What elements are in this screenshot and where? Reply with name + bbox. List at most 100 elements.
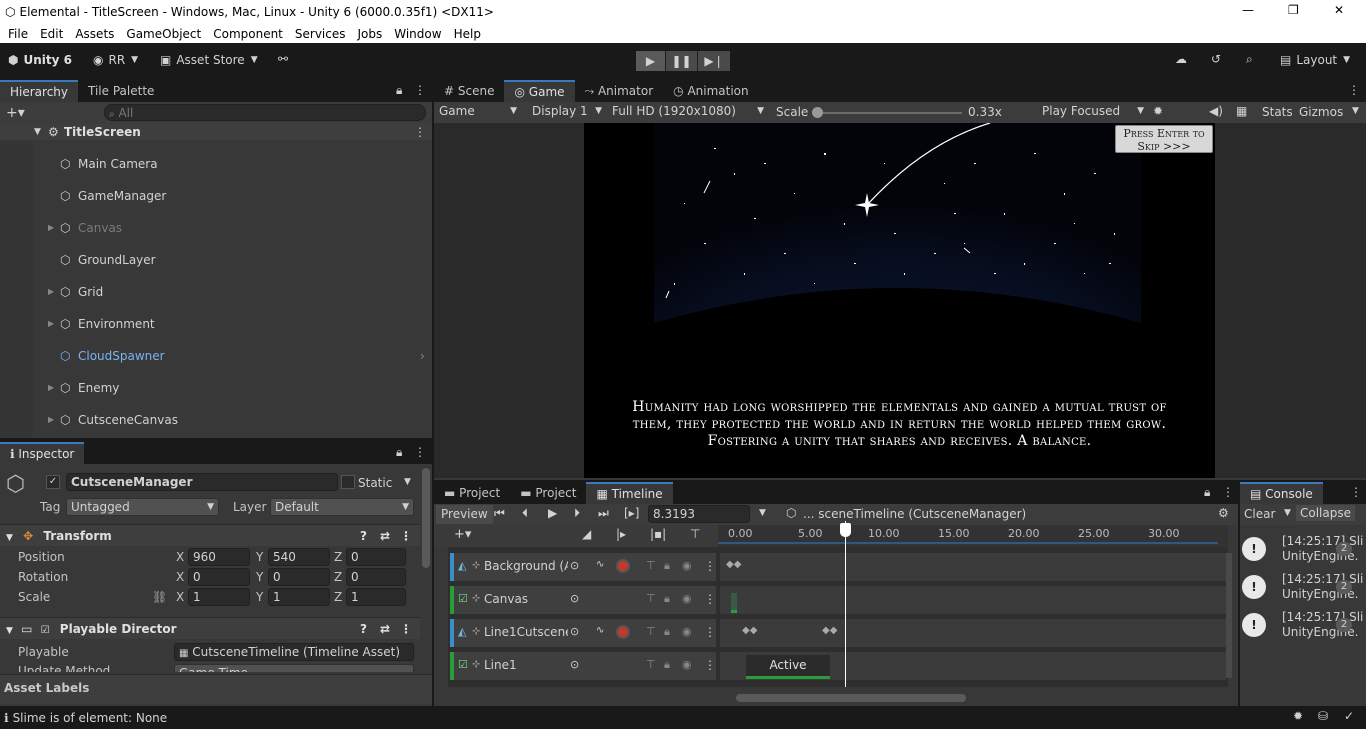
hierarchy-item[interactable]: ▶ ⬡ Grid	[0, 284, 432, 300]
more-icon[interactable]: ⋮	[400, 618, 412, 640]
track-name[interactable]: Line1	[484, 658, 568, 672]
position-x-input[interactable]: 960	[188, 548, 250, 566]
eye-icon[interactable]: ◉	[682, 658, 692, 671]
time-input[interactable]: 8.3193	[648, 505, 750, 523]
track-name[interactable]: Line1Cutscene	[484, 625, 568, 639]
eye-icon[interactable]: ◉	[682, 625, 692, 638]
static-checkbox[interactable]	[341, 475, 355, 489]
target-icon[interactable]: ⊙	[570, 658, 579, 671]
more-icon[interactable]: ⋮	[414, 124, 426, 140]
console-entry[interactable]: ! [14:25:17] Sli UnityEngine. 2	[1240, 609, 1363, 645]
tag-dropdown[interactable]: Untagged ▼	[66, 498, 219, 516]
chevron-down-icon[interactable]: ▼	[404, 477, 411, 487]
playhead-handle[interactable]	[840, 523, 851, 537]
menu-file[interactable]: File	[8, 27, 28, 41]
active-checkbox[interactable]: ✓	[46, 475, 60, 489]
menu-component[interactable]: Component	[213, 27, 283, 41]
more-icon[interactable]: ⋮	[414, 445, 426, 459]
expand-arrow-icon[interactable]: ▶	[48, 284, 54, 300]
scale-x-input[interactable]: 1	[188, 588, 250, 606]
tab-scene[interactable]: # Scene	[434, 80, 504, 102]
snap-icon[interactable]: |▪|	[650, 527, 666, 541]
tab-project-2[interactable]: ▬ Project	[510, 482, 586, 504]
asset-labels-bar[interactable]: Asset Labels	[0, 674, 432, 704]
inspector-scrollbar[interactable]	[422, 468, 430, 568]
pause-button[interactable]: ❚❚	[666, 51, 698, 71]
more-icon[interactable]: ⋮	[1348, 83, 1360, 97]
preview-button[interactable]: Preview	[436, 505, 493, 524]
record-button[interactable]	[616, 559, 630, 573]
keyframe-icon[interactable]: ◆◆	[726, 559, 741, 570]
scene-row[interactable]: ▼ ⚙ TitleScreen ⋮	[0, 124, 432, 140]
pin-icon[interactable]: ⊤	[690, 527, 700, 541]
menu-help[interactable]: Help	[454, 27, 481, 41]
console-entry[interactable]: ! [14:25:17] Sli UnityEngine. 2	[1240, 533, 1363, 569]
expand-arrow-icon[interactable]: ▶	[48, 316, 54, 332]
hierarchy-item[interactable]: ▶ ⬡ CutsceneCanvas	[0, 412, 432, 428]
search-icon[interactable]: ⌕	[1246, 52, 1253, 67]
more-icon[interactable]: ⋮	[704, 592, 716, 606]
display-dropdown[interactable]: Display 1 ▼	[528, 103, 606, 121]
range-icon[interactable]: [▸]	[624, 506, 639, 520]
menu-edit[interactable]: Edit	[40, 27, 63, 41]
pin-icon[interactable]: ⊤	[646, 625, 656, 638]
expand-arrow-icon[interactable]: ▶	[48, 220, 54, 236]
status-message[interactable]: Slime is of element: None	[13, 711, 168, 725]
record-button[interactable]	[616, 625, 630, 639]
track-header[interactable]: ◭ ⊹ Line1Cutscene ⊙ ∿ ⊤ 🔒︎ ◉ ⋮	[450, 619, 716, 647]
hierarchy-item[interactable]: ▶ ⬡ Environment	[0, 316, 432, 332]
scale-slider[interactable]	[818, 112, 962, 114]
hierarchy-item[interactable]: ⬡ GameManager	[0, 188, 432, 204]
menu-jobs[interactable]: Jobs	[358, 27, 383, 41]
help-icon[interactable]: ?	[360, 525, 367, 547]
gizmos-button[interactable]: Gizmos	[1299, 105, 1343, 119]
chevron-down-icon[interactable]: ▼	[759, 508, 766, 518]
eye-icon[interactable]: ◉	[682, 559, 692, 572]
tab-tile-palette[interactable]: Tile Palette	[78, 80, 164, 102]
rotation-x-input[interactable]: 0	[188, 568, 250, 586]
audio-icon[interactable]: ◀)	[1209, 104, 1223, 118]
foldout-arrow-icon[interactable]: ▼	[6, 626, 13, 636]
settings-icon[interactable]: ⇄	[380, 525, 390, 547]
restore-button[interactable]: ❐	[1288, 3, 1299, 17]
help-icon[interactable]: ?	[360, 618, 367, 640]
clip-edit-mode-icon[interactable]: ◢	[582, 527, 591, 541]
link-icon[interactable]: ⛓	[152, 590, 167, 604]
chevron-down-icon[interactable]: ▼	[1352, 106, 1359, 116]
game-mode-dropdown[interactable]: Game ▼	[435, 103, 521, 121]
scale-slider-handle[interactable]	[812, 107, 823, 118]
target-icon[interactable]: ⊙	[570, 625, 579, 638]
more-icon[interactable]: ⋮	[414, 83, 426, 97]
tab-animator[interactable]: ⤳ Animator	[575, 80, 664, 102]
clear-button[interactable]: Clear	[1244, 507, 1275, 521]
scrollbar-thumb[interactable]	[736, 694, 966, 702]
hierarchy-item[interactable]: ▶ ⬡ Enemy	[0, 380, 432, 396]
timeline-asset-breadcrumb[interactable]: ... sceneTimeline (CutsceneManager)	[803, 507, 1026, 521]
skip-end-icon[interactable]: ⏭	[598, 506, 609, 521]
rotation-z-input[interactable]: 0	[346, 568, 406, 586]
more-icon[interactable]: ⋮	[400, 525, 412, 547]
pin-icon[interactable]: ⊤	[646, 592, 656, 605]
progress-check-icon[interactable]: ✓	[1344, 709, 1354, 723]
menu-assets[interactable]: Assets	[75, 27, 114, 41]
canvas-clip[interactable]	[731, 593, 737, 613]
skip-button[interactable]: Press Enter to Skip >>>	[1115, 125, 1213, 153]
chevron-down-icon[interactable]: ▼	[1284, 508, 1291, 518]
director-checkbox[interactable]: ☑	[41, 625, 50, 636]
track-header[interactable]: ◭ ⊹ Background (A ⊙ ∿ ⊤ 🔒︎ ◉ ⋮	[450, 553, 716, 581]
object-name-input[interactable]: CutsceneManager	[66, 473, 338, 491]
scale-y-input[interactable]: 1	[268, 588, 330, 606]
eye-icon[interactable]: ◉	[682, 592, 692, 605]
menu-services[interactable]: Services	[295, 27, 346, 41]
transform-header[interactable]: ▼ ✥ Transform ? ⇄ ⋮	[0, 524, 420, 546]
console-entry[interactable]: ! [14:25:17] Sli UnityEngine. 2	[1240, 571, 1363, 607]
tab-timeline[interactable]: ▦ Timeline	[586, 482, 673, 504]
lock-icon[interactable]: 🔒︎	[664, 592, 670, 606]
add-button[interactable]: +▾	[6, 105, 25, 121]
scale-z-input[interactable]: 1	[346, 588, 406, 606]
prev-frame-icon[interactable]: ⏴	[522, 506, 528, 521]
curves-icon[interactable]: ∿	[596, 559, 604, 570]
expand-arrow-icon[interactable]: ▼	[34, 124, 41, 140]
playable-field[interactable]: ▦ CutsceneTimeline (Timeline Asset)	[174, 643, 414, 661]
update-method-dropdown[interactable]: Game Time	[174, 664, 414, 672]
